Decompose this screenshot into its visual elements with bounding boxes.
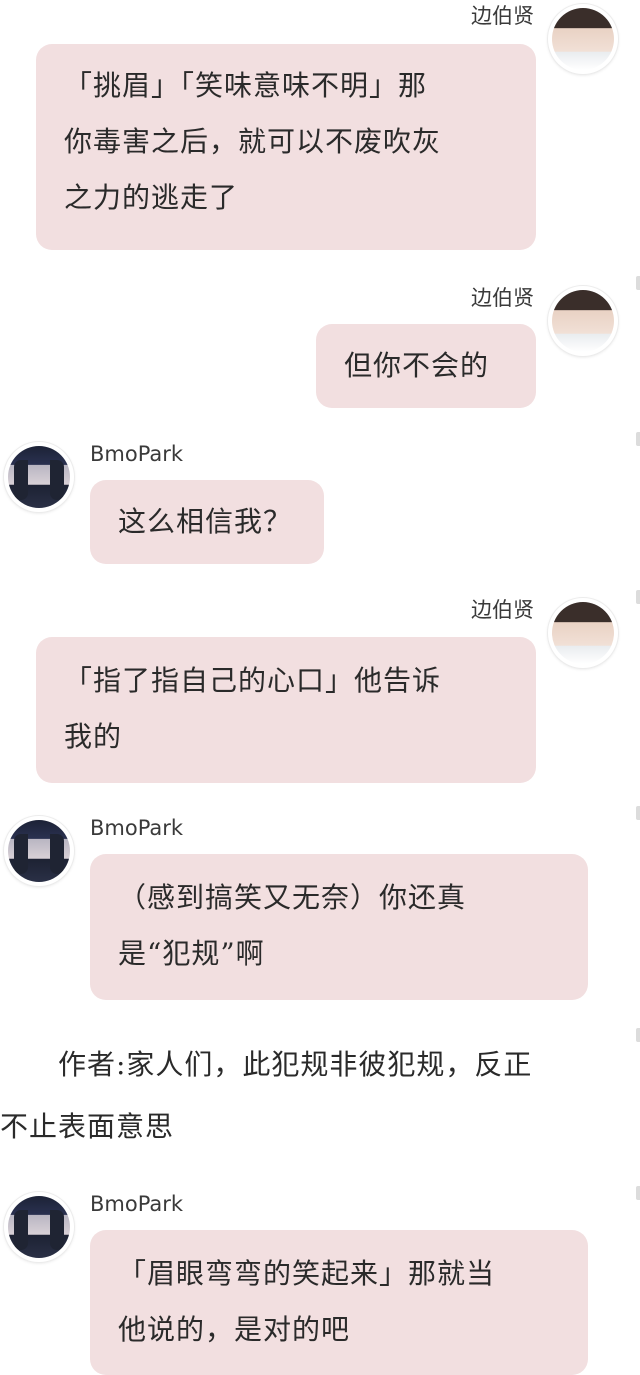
author-note-line: 作者:家人们，此犯规非彼犯规，反正 [0, 1048, 533, 1081]
message-bubble[interactable]: 「指了指自己的心口」他告诉 我的 [36, 637, 536, 783]
avatar-bmopark[interactable] [4, 1192, 74, 1262]
avatar-image [552, 290, 614, 352]
message-line: 但你不会的 [344, 349, 490, 382]
sender-name: 边伯贤 [471, 598, 534, 622]
scroll-edge-mark [636, 806, 640, 820]
scroll-edge-mark [636, 432, 640, 446]
author-note: 作者:家人们，此犯规非彼犯规，反正 不止表面意思 [0, 1034, 640, 1158]
sender-name: BmoPark [90, 442, 184, 466]
message-bubble[interactable]: 「挑眉」「笑味意味不明」那 你毒害之后，就可以不废吹灰 之力的逃走了 [36, 44, 536, 250]
scroll-edge-mark [636, 590, 640, 604]
avatar-image [552, 602, 614, 664]
avatar-baekhyun[interactable] [548, 598, 618, 668]
message-bubble[interactable]: 但你不会的 [316, 324, 536, 408]
avatar-image [8, 1196, 70, 1258]
sender-name: 边伯贤 [471, 4, 534, 28]
message-line: （感到搞笑又无奈）你还真 [118, 881, 467, 914]
message-line: 我的 [64, 720, 123, 753]
message-line: 「挑眉」「笑味意味不明」那 [64, 69, 428, 102]
message-line: 你毒害之后，就可以不废吹灰 [64, 125, 442, 158]
avatar-image [552, 8, 614, 70]
message-line: 之力的逃走了 [64, 181, 239, 214]
scroll-edge-mark [636, 1028, 640, 1042]
avatar-baekhyun[interactable] [548, 286, 618, 356]
message-bubble[interactable]: （感到搞笑又无奈）你还真 是“犯规”啊 [90, 854, 588, 1000]
message-line: 他说的，是对的吧 [118, 1313, 351, 1346]
message-bubble[interactable]: 「眉眼弯弯的笑起来」那就当 他说的，是对的吧 [90, 1230, 588, 1375]
sender-name: 边伯贤 [471, 286, 534, 310]
message-line: 「指了指自己的心口」他告诉 [64, 664, 442, 697]
avatar-baekhyun[interactable] [548, 4, 618, 74]
avatar-bmopark[interactable] [4, 816, 74, 886]
message-line: 「眉眼弯弯的笑起来」那就当 [118, 1257, 496, 1290]
sender-name: BmoPark [90, 1192, 184, 1216]
avatar-image [8, 446, 70, 508]
scroll-edge-mark [636, 1186, 640, 1200]
scroll-edge-mark [636, 276, 640, 290]
sender-name: BmoPark [90, 816, 184, 840]
message-line: 是“犯规”啊 [118, 937, 265, 970]
message-bubble[interactable]: 这么相信我？ [90, 480, 324, 564]
avatar-image [8, 820, 70, 882]
message-line: 这么相信我？ [118, 505, 293, 538]
avatar-bmopark[interactable] [4, 442, 74, 512]
author-note-line: 不止表面意思 [0, 1110, 175, 1143]
